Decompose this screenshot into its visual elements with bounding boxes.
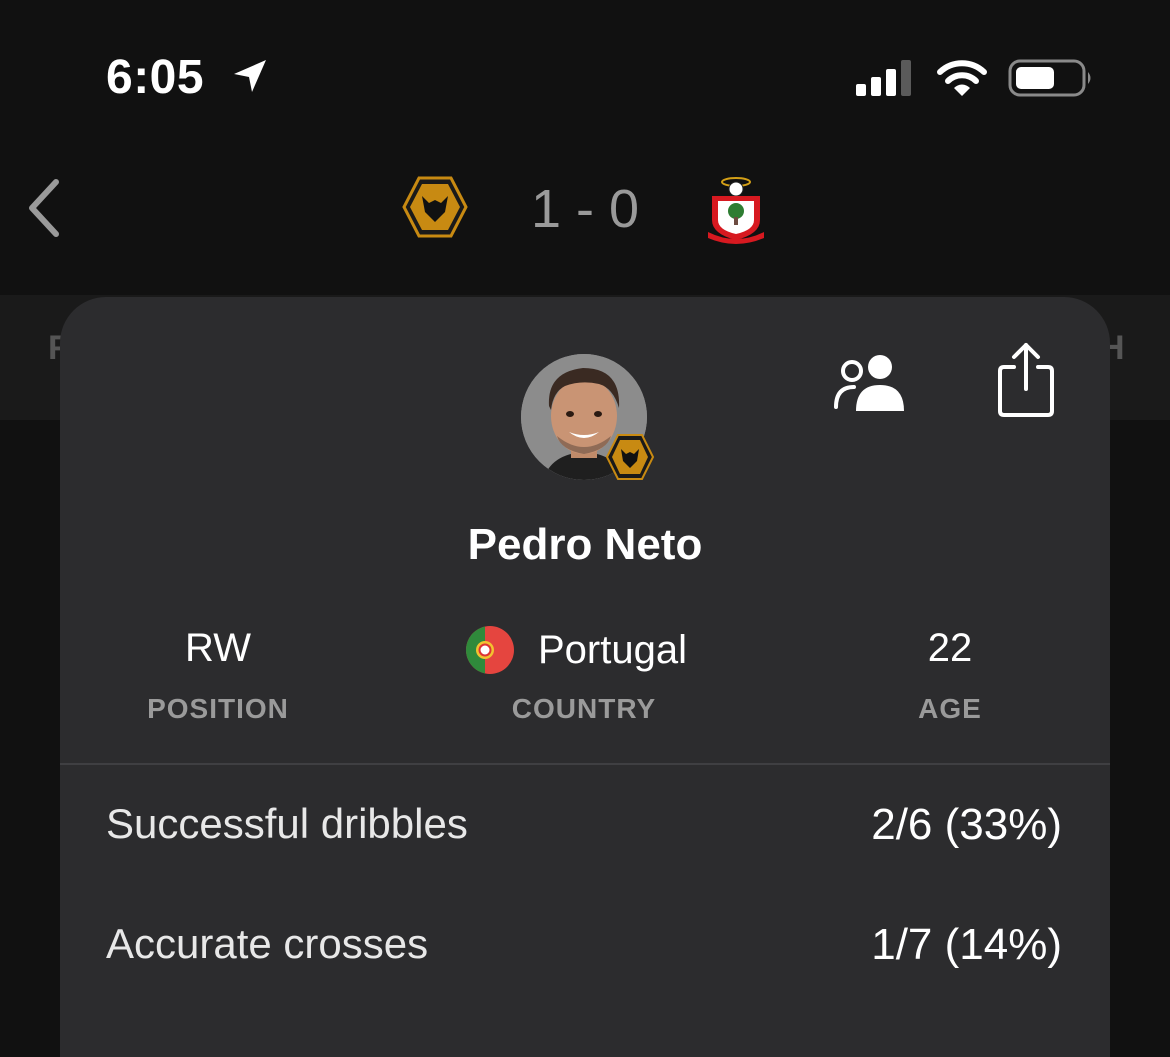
wifi-icon [937,60,987,96]
section-divider [60,763,1110,765]
position-label: POSITION [147,693,289,724]
match-score: 1 - 0 [530,179,640,239]
match-header: 1 - 0 [0,150,1170,280]
country-value: Portugal [538,627,687,672]
stat-row: Successful dribbles 2/6 (33%) [60,800,1110,860]
wolves-crest-icon[interactable] [402,176,468,238]
follow-player-icon[interactable] [832,351,908,415]
country-value-row: Portugal [466,623,687,677]
status-time: 6:05 [106,51,205,104]
stat-value: 1/7 (14%) [871,920,1062,969]
player-card-sheet: Pedro Neto RW POSITION Portugal COUNTRY … [60,297,1110,1057]
location-arrow-icon [234,60,266,92]
portugal-flag-icon [466,626,514,674]
stat-label: Accurate crosses [106,920,429,967]
cellular-signal-icon [856,60,911,96]
player-name: Pedro Neto [467,520,703,569]
back-chevron-icon[interactable] [24,178,64,238]
southampton-crest-icon[interactable] [704,174,768,246]
age-value: 22 [927,626,973,670]
share-icon[interactable] [994,341,1058,419]
battery-icon [1008,59,1091,97]
club-badge-icon [605,434,655,480]
position-value: RW [185,626,251,670]
stat-label: Successful dribbles [106,800,468,847]
country-label: COUNTRY [511,693,657,724]
age-label: AGE [918,693,982,724]
stat-value: 2/6 (33%) [871,800,1062,849]
status-bar: 6:05 [0,0,1170,150]
stat-row: Accurate crosses 1/7 (14%) [60,920,1110,980]
